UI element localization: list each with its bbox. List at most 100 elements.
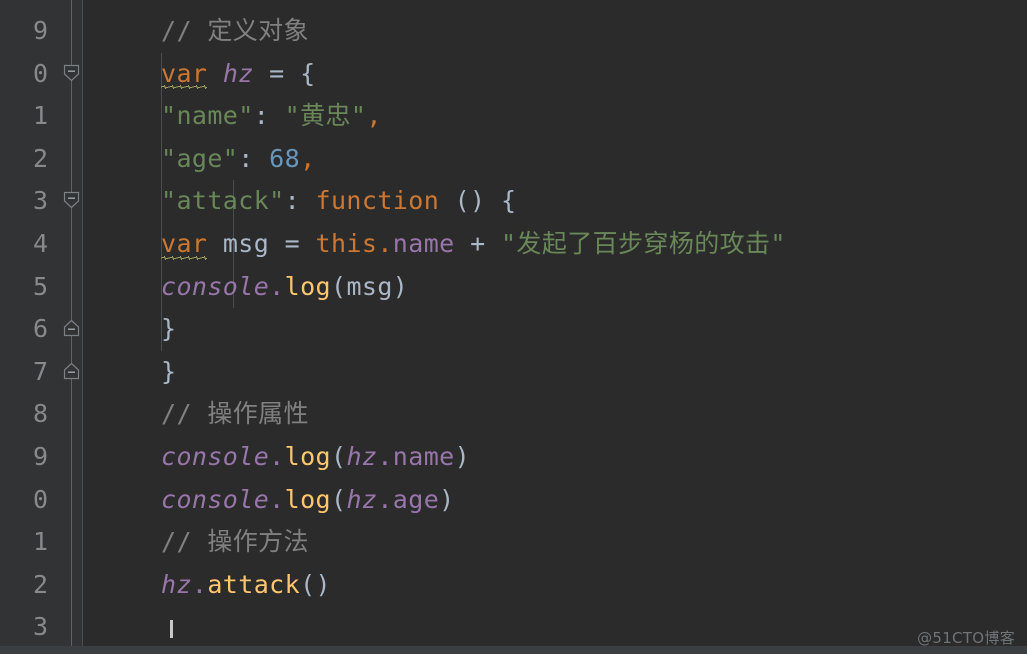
code-token: // 操作属性 <box>161 399 309 429</box>
code-token: , <box>300 143 316 173</box>
code-token: . <box>377 442 393 471</box>
code-token: . <box>269 271 285 301</box>
code-token: msg <box>222 229 270 258</box>
code-token: { <box>500 186 517 216</box>
code-token: , <box>366 101 382 131</box>
code-token: . <box>377 229 393 258</box>
watermark-label: @51CTO博客 <box>917 629 1015 647</box>
code-token: } <box>161 314 177 344</box>
line-number: 8 <box>32 399 48 429</box>
code-line[interactable]: "attack": function () { <box>161 180 516 223</box>
code-token: 68 <box>269 143 301 173</box>
code-line[interactable]: console.log(hz.age) <box>161 479 455 522</box>
code-token: function <box>315 186 440 216</box>
code-token: hz <box>222 58 254 88</box>
code-token: "age" <box>161 143 239 173</box>
code-token: age <box>392 484 440 514</box>
code-token: attack <box>207 569 301 599</box>
fold-marker-fold-open-start[interactable] <box>63 191 80 209</box>
code-token: ) <box>454 442 471 471</box>
code-token: ( <box>330 271 347 301</box>
code-token: log <box>284 442 331 471</box>
code-text-area[interactable]: // 定义对象 var hz = { "name": "黄忠", "age": 6… <box>83 0 1027 654</box>
fold-marker-fold-open-start[interactable] <box>63 64 80 81</box>
code-token: + <box>470 229 486 258</box>
code-line[interactable]: var hz = { <box>161 53 316 96</box>
code-token: } <box>161 356 177 386</box>
code-token: : <box>284 186 301 216</box>
code-token: ( <box>330 442 347 471</box>
code-token: this <box>315 229 378 258</box>
code-token: msg <box>346 271 393 301</box>
code-token: . <box>269 442 285 471</box>
code-token: console <box>161 271 270 301</box>
code-token: () <box>454 186 486 216</box>
code-token: . <box>191 569 208 599</box>
code-token: . <box>269 484 285 514</box>
fold-rail-lower <box>71 372 72 654</box>
code-token: : <box>238 143 254 173</box>
code-editor[interactable]: 9 0 1 2 3 4 5 6 7 8 9 0 1 2 3 // 定义对象 var hz = { "name"… <box>0 0 1027 654</box>
code-line[interactable]: hz.attack() <box>161 564 331 607</box>
code-line[interactable]: } <box>161 351 176 394</box>
fold-marker-fold-open-end[interactable] <box>63 319 80 337</box>
code-token: hz <box>161 569 192 599</box>
line-number: 1 <box>32 101 48 131</box>
code-line[interactable]: // 操作方法 <box>161 521 309 564</box>
code-line[interactable]: console.log(hz.name) <box>161 436 470 479</box>
code-token: hz <box>346 442 378 471</box>
code-token: "黄忠" <box>284 101 367 131</box>
line-number: 5 <box>32 271 48 301</box>
code-token: // 操作方法 <box>161 527 309 557</box>
code-token: ) <box>315 569 331 599</box>
line-number-gutter[interactable]: 9 0 1 2 3 4 5 6 7 8 9 0 1 2 3 <box>0 0 62 654</box>
code-token: console <box>161 442 270 471</box>
code-token: name <box>392 229 455 258</box>
line-number: 6 <box>32 314 48 344</box>
code-token: var <box>161 53 208 96</box>
code-token: name <box>392 442 455 471</box>
fold-marker-fold-open-end[interactable] <box>63 362 80 379</box>
code-token: // 定义对象 <box>161 16 309 45</box>
code-token: "发起了百步穿杨的攻击" <box>500 229 786 258</box>
code-token: log <box>284 484 331 514</box>
code-line[interactable]: "name": "黄忠", <box>161 95 382 138</box>
line-number: 0 <box>32 58 48 88</box>
code-token: { <box>300 58 316 88</box>
code-token: "attack" <box>161 186 285 216</box>
code-token: ( <box>330 484 347 514</box>
code-token: ( <box>300 569 316 599</box>
code-token: : <box>253 101 270 131</box>
line-number: 3 <box>32 612 48 642</box>
code-line[interactable]: var msg = this.name + "发起了百步穿杨的攻击" <box>161 223 786 266</box>
code-token: log <box>284 271 331 301</box>
code-token: = <box>284 229 301 258</box>
code-token: "name" <box>161 101 254 131</box>
code-line[interactable]: } <box>161 308 176 351</box>
code-folding-strip[interactable] <box>62 0 83 654</box>
code-token: ) <box>439 484 455 514</box>
code-token: . <box>377 484 393 514</box>
line-number: 9 <box>32 16 48 45</box>
code-token: ) <box>392 271 409 301</box>
code-line[interactable]: "age": 68, <box>161 138 316 181</box>
line-number: 2 <box>32 143 48 173</box>
line-number: 3 <box>32 186 48 216</box>
code-token: = <box>269 58 285 88</box>
code-line[interactable]: // 操作属性 <box>161 393 309 436</box>
code-line[interactable]: console.log(msg) <box>161 266 408 309</box>
code-line[interactable]: // 定义对象 <box>161 10 309 53</box>
line-number: 7 <box>32 356 48 386</box>
line-number: 2 <box>32 569 48 599</box>
code-token: var <box>161 223 208 266</box>
